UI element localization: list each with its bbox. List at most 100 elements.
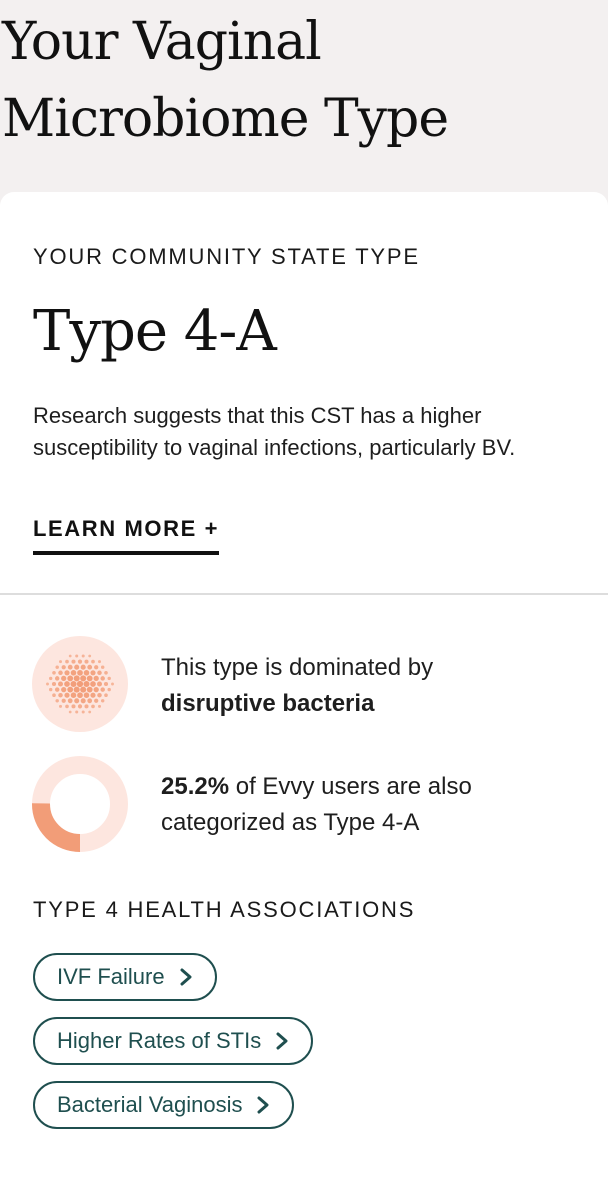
- bacteria-dot: [81, 710, 85, 714]
- bacteria-dot: [107, 687, 111, 692]
- bacteria-dot: [67, 664, 73, 670]
- bacteria-dot: [86, 675, 93, 682]
- bacteria-dot: [93, 686, 99, 693]
- bacteria-dot: [70, 670, 77, 676]
- bacteria-dot: [80, 686, 87, 693]
- bacteria-dot: [51, 681, 57, 687]
- bacteria-dot: [87, 698, 93, 704]
- bacteria-dot: [52, 693, 56, 697]
- bacteria-dot: [71, 659, 76, 664]
- bacteria-dot: [93, 675, 99, 682]
- bacteria-dot: [98, 704, 101, 708]
- bacteria-dot: [77, 692, 83, 699]
- bacteria-dot: [68, 710, 72, 714]
- bacteria-dot: [65, 659, 69, 664]
- bacteria-dot: [67, 686, 74, 693]
- bacteria-dot: [86, 686, 93, 693]
- bacteria-dot: [88, 654, 92, 658]
- bacteria-dot: [46, 682, 49, 686]
- bacteria-dot: [76, 680, 84, 688]
- prevalence-percent: 25.2%: [161, 773, 230, 800]
- chevron-right-icon: [276, 1032, 288, 1050]
- bacteria-dot: [90, 692, 96, 698]
- bacteria-dot: [100, 687, 105, 692]
- bacteria-dot: [67, 698, 73, 704]
- association-tag-label: Bacterial Vaginosis: [57, 1092, 243, 1117]
- bacteria-dot: [100, 676, 105, 681]
- chevron-right-icon: [257, 1096, 269, 1114]
- bacteria-dot: [70, 692, 77, 698]
- bacteria-dot: [75, 710, 79, 714]
- association-tag-label: Higher Rates of STIs: [57, 1028, 262, 1053]
- bacteria-dot: [104, 693, 108, 697]
- bacteria-dot: [57, 681, 64, 687]
- prevalence-text-line1: of Evvy users are also: [229, 773, 472, 800]
- bacteria-dot: [90, 681, 96, 687]
- page-title-line1: Your Vaginal: [2, 12, 322, 72]
- bacteria-dot: [103, 681, 109, 687]
- chevron-right-icon: [180, 968, 192, 986]
- bacteria-dot: [80, 664, 86, 670]
- bacteria-dot: [107, 676, 111, 681]
- bacteria-dot: [58, 692, 63, 698]
- bacteria-dot: [94, 698, 99, 703]
- cst-section-label: YOUR COMMUNITY STATE TYPE: [33, 244, 420, 269]
- section-divider: [0, 593, 608, 595]
- bacteria-dot: [55, 665, 59, 669]
- bacteria-dot: [90, 670, 96, 676]
- bacteria-cluster-icon: [32, 636, 128, 732]
- bacteria-dot: [80, 675, 87, 682]
- bacteria-dot: [71, 704, 76, 709]
- bacteria-dot: [61, 698, 66, 703]
- bacteria-dot: [91, 659, 95, 664]
- bacteria-dot: [96, 681, 103, 687]
- bacteria-dot: [52, 671, 56, 675]
- bacteria-dot: [73, 686, 80, 693]
- page-title-line2: Microbiome Type: [2, 89, 449, 149]
- prevalence-text-line2: categorized as Type 4-A: [161, 809, 420, 836]
- bacteria-dot: [67, 675, 74, 682]
- bacteria-dot: [77, 669, 83, 676]
- bacteria-dot: [83, 680, 90, 688]
- bacteria-dot: [97, 670, 102, 676]
- microbiome-card: YOUR COMMUNITY STATE TYPE Type 4-A Resea…: [0, 192, 608, 1181]
- dominance-text: This type is dominated by disruptive bac…: [161, 650, 581, 722]
- bacteria-dot: [100, 699, 105, 703]
- bacteria-dot: [81, 654, 85, 658]
- bacteria-dot: [74, 698, 80, 704]
- bacteria-dot: [100, 665, 105, 669]
- association-tag-ivf-failure[interactable]: IVF Failure: [33, 953, 217, 1001]
- cst-description: Research suggests that this CST has a hi…: [33, 403, 516, 460]
- bacteria-dot: [61, 686, 67, 693]
- donut-chart-icon: [32, 756, 128, 852]
- bacteria-dot: [49, 676, 53, 681]
- bacteria-dot: [64, 692, 70, 698]
- bacteria-dot: [80, 698, 86, 704]
- bacteria-dot: [68, 654, 72, 658]
- prevalence-text: 25.2% of Evvy users are also categorized…: [161, 769, 581, 841]
- bacteria-dot: [49, 687, 53, 692]
- bacteria-dot: [74, 664, 80, 670]
- bacteria-dot: [77, 659, 83, 664]
- learn-more-link[interactable]: LEARN MORE +: [33, 516, 220, 555]
- bacteria-dot: [104, 671, 108, 675]
- bacteria-dot: [91, 704, 95, 709]
- page-title: Your Vaginal Microbiome Type: [2, 4, 602, 158]
- bacteria-dot: [54, 687, 60, 692]
- bacteria-dot: [88, 710, 92, 714]
- bacteria-dot: [83, 692, 90, 698]
- bacteria-dot: [59, 660, 62, 664]
- bacteria-dot: [55, 699, 59, 703]
- associations-section-label: TYPE 4 HEALTH ASSOCIATIONS: [33, 897, 416, 922]
- dominance-text-prefix: This type is dominated by: [161, 654, 434, 681]
- association-tag-higher-rates-of-stis[interactable]: Higher Rates of STIs: [33, 1017, 314, 1065]
- bacteria-dot: [84, 659, 89, 664]
- association-tag-bacterial-vaginosis[interactable]: Bacterial Vaginosis: [33, 1081, 295, 1129]
- dominance-text-bold: disruptive bacteria: [161, 690, 375, 717]
- bacteria-dot: [75, 654, 79, 658]
- bacteria-dot: [73, 675, 80, 682]
- bacteria-dot: [65, 704, 69, 709]
- cst-type-name: Type 4-A: [33, 299, 277, 364]
- bacteria-dot: [83, 670, 90, 676]
- bacteria-dot: [77, 704, 83, 709]
